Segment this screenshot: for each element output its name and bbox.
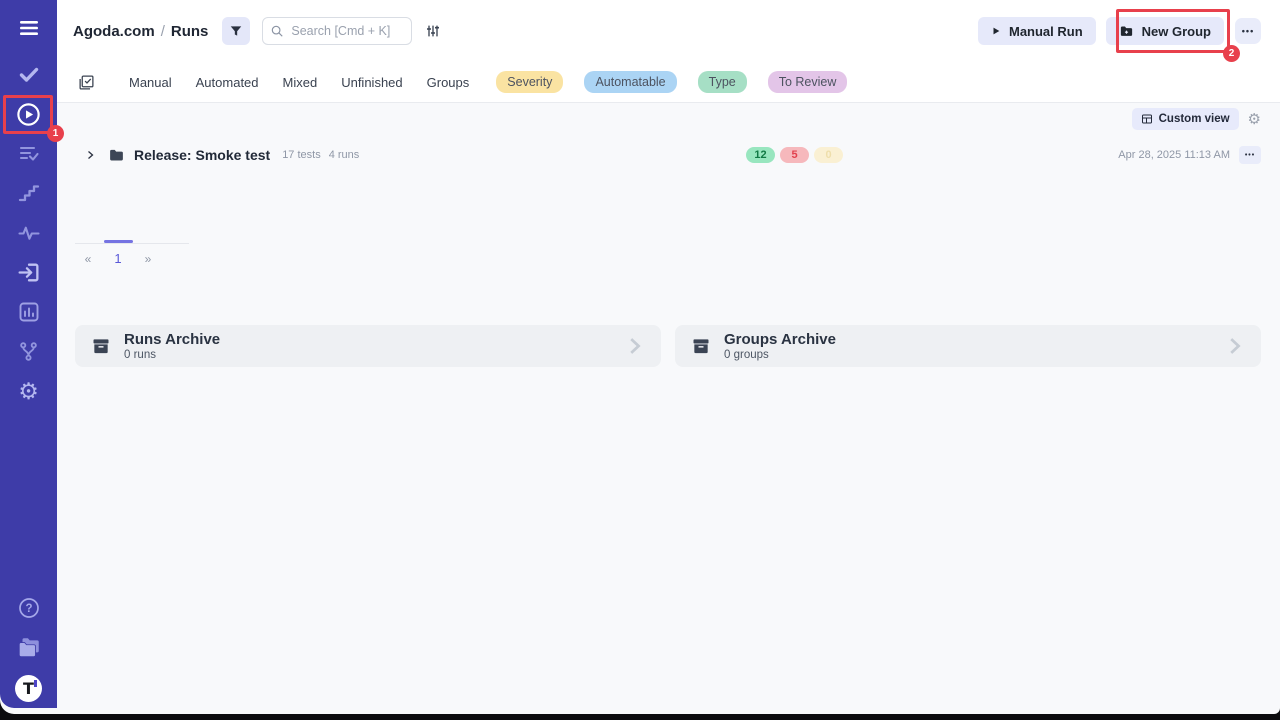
manual-run-button[interactable]: Manual Run xyxy=(978,17,1096,45)
sidebar-item-help-icon[interactable]: ? xyxy=(0,590,57,626)
new-group-button[interactable]: New Group xyxy=(1106,17,1224,45)
sidebar: ⚙ ? T xyxy=(0,0,57,708)
run-group-name[interactable]: Release: Smoke test xyxy=(134,147,270,163)
chevron-right-icon xyxy=(1223,335,1245,357)
new-group-label: New Group xyxy=(1142,24,1211,39)
testomat-logo: T xyxy=(15,675,42,702)
pagination-divider xyxy=(75,243,189,244)
tag-pill-severity[interactable]: Severity xyxy=(496,71,563,93)
tab-unfinished[interactable]: Unfinished xyxy=(341,71,402,94)
groups-archive-card[interactable]: Groups Archive 0 groups xyxy=(675,325,1261,367)
tag-pill-automatable[interactable]: Automatable xyxy=(584,71,676,93)
custom-view-label: Custom view xyxy=(1159,113,1230,125)
card-text: Runs Archive 0 runs xyxy=(124,331,220,360)
search-input[interactable] xyxy=(262,17,412,45)
run-group-runs-count: 4 runs xyxy=(329,149,360,161)
runs-archive-title: Runs Archive xyxy=(124,331,220,348)
select-all-icon[interactable] xyxy=(78,74,95,91)
expand-chevron-icon[interactable] xyxy=(84,149,96,161)
sidebar-item-settings-gear-icon[interactable]: ⚙ xyxy=(0,373,57,409)
runs-archive-card[interactable]: Runs Archive 0 runs xyxy=(75,325,661,367)
custom-view-button[interactable]: Custom view xyxy=(1132,108,1239,130)
manual-run-label: Manual Run xyxy=(1009,24,1083,39)
run-group-date: Apr 28, 2025 11:13 AM xyxy=(1118,149,1230,161)
header: Agoda.com/Runs Manual Ru xyxy=(57,0,1280,103)
funnel-icon xyxy=(229,24,243,38)
view-settings-gear-icon[interactable]: ⚙ xyxy=(1248,112,1261,127)
folder-plus-icon xyxy=(1119,24,1134,39)
logo-letter: T xyxy=(23,679,34,698)
pagination-prev-button[interactable]: « xyxy=(78,251,98,266)
sidebar-item-branch-icon[interactable] xyxy=(0,333,57,369)
archive-box-icon xyxy=(691,336,711,356)
svg-text:?: ? xyxy=(25,603,32,615)
skipped-count-badge: 0 xyxy=(814,147,843,163)
search-box xyxy=(262,17,412,45)
gear-icon: ⚙ xyxy=(18,380,39,403)
passed-count-badge: 12 xyxy=(746,147,775,163)
groups-archive-title: Groups Archive xyxy=(724,331,836,348)
sidebar-item-pulse-icon[interactable] xyxy=(0,215,57,251)
table-view-icon xyxy=(1141,113,1153,125)
view-options-bar: Custom view ⚙ xyxy=(1132,108,1261,130)
pagination-active-indicator xyxy=(104,240,133,243)
breadcrumb-separator: / xyxy=(161,23,165,40)
sidebar-item-tests-check-icon[interactable] xyxy=(0,56,57,92)
tag-pill-to-review[interactable]: To Review xyxy=(768,71,848,93)
sidebar-item-milestones-steps-icon[interactable] xyxy=(0,175,57,211)
sidebar-item-results-list-check-icon[interactable] xyxy=(0,136,57,172)
breadcrumb-page: Runs xyxy=(171,23,209,40)
tab-manual[interactable]: Manual xyxy=(129,71,172,94)
logo-flag-accent xyxy=(34,680,37,687)
tab-groups[interactable]: Groups xyxy=(427,71,470,94)
run-group-more-button[interactable]: ••• xyxy=(1239,146,1261,164)
filter-button[interactable] xyxy=(222,17,250,45)
groups-archive-subtitle: 0 groups xyxy=(724,349,836,361)
archive-cards: Runs Archive 0 runs Groups Archive 0 gro… xyxy=(75,325,1261,367)
pagination-next-button[interactable]: » xyxy=(138,251,158,266)
run-result-badges: 12 5 0 xyxy=(746,147,843,163)
adjustments-icon[interactable] xyxy=(425,23,441,39)
sidebar-item-runs-play-circle-icon[interactable] xyxy=(0,96,57,132)
chevron-right-icon xyxy=(623,335,645,357)
pagination: « 1 » xyxy=(78,251,158,266)
menu-icon[interactable] xyxy=(0,10,57,46)
runs-archive-subtitle: 0 runs xyxy=(124,349,220,361)
failed-count-badge: 5 xyxy=(780,147,809,163)
tab-mixed[interactable]: Mixed xyxy=(283,71,318,94)
run-group-row[interactable]: Release: Smoke test 17 tests 4 runs 12 5… xyxy=(57,140,1280,170)
breadcrumb: Agoda.com / Runs xyxy=(73,23,208,40)
tag-pill-type[interactable]: Type xyxy=(698,71,747,93)
filter-tabs-bar: Manual Automated Mixed Unfinished Groups… xyxy=(57,62,1280,102)
top-toolbar: Agoda.com/Runs Manual Ru xyxy=(57,0,1280,62)
header-more-button[interactable]: ••• xyxy=(1235,18,1261,44)
run-group-tests-count: 17 tests xyxy=(282,149,321,161)
app-window: Agoda.com/Runs Manual Ru xyxy=(0,0,1280,714)
sidebar-item-projects-folders-icon[interactable] xyxy=(0,630,57,666)
archive-box-icon xyxy=(91,336,111,356)
play-icon xyxy=(991,26,1001,36)
search-icon xyxy=(270,24,284,43)
sidebar-item-reports-bar-chart-icon[interactable] xyxy=(0,294,57,330)
folder-icon xyxy=(108,147,125,164)
sidebar-logo-button[interactable]: T xyxy=(0,670,57,706)
sidebar-item-import-sign-in-icon[interactable] xyxy=(0,254,57,290)
card-text: Groups Archive 0 groups xyxy=(724,331,836,360)
pagination-page-1[interactable]: 1 xyxy=(108,251,128,266)
breadcrumb-project[interactable]: Agoda.com xyxy=(73,23,155,40)
tab-automated[interactable]: Automated xyxy=(196,71,259,94)
